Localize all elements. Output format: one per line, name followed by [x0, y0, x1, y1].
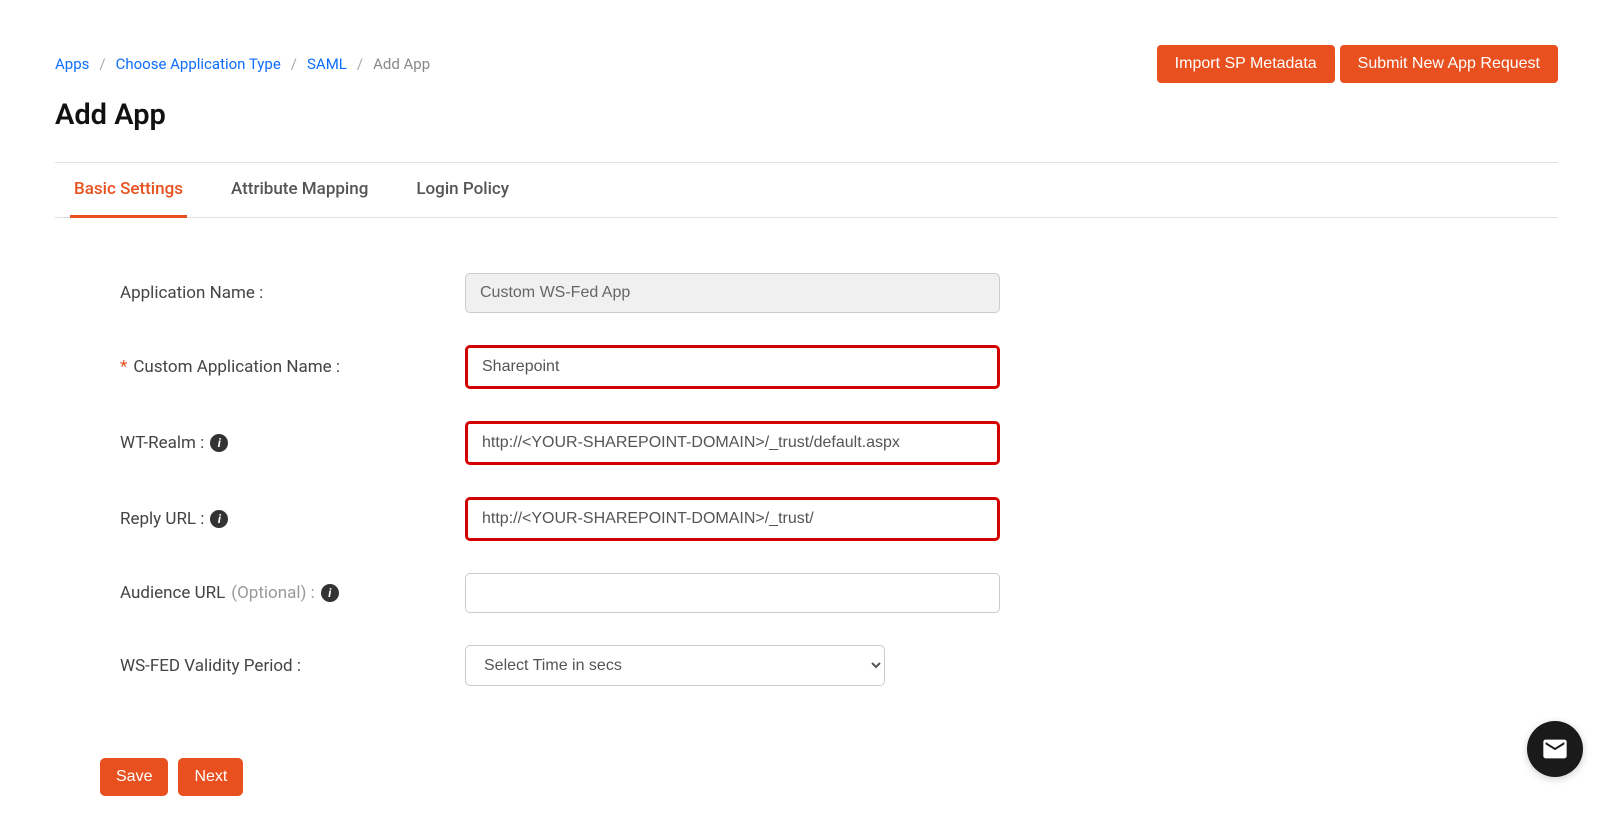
- info-icon[interactable]: i: [210, 434, 228, 452]
- breadcrumb-sep: /: [99, 55, 105, 73]
- info-icon[interactable]: i: [210, 510, 228, 528]
- reply-url-label: Reply URL : i: [120, 509, 465, 529]
- audience-url-label: Audience URL (Optional) : i: [120, 583, 465, 603]
- tabs: Basic Settings Attribute Mapping Login P…: [55, 163, 1558, 218]
- breadcrumb: Apps / Choose Application Type / SAML / …: [55, 55, 430, 73]
- custom-application-name-label: * Custom Application Name :: [120, 357, 465, 377]
- application-name-input: [465, 273, 1000, 313]
- breadcrumb-sep: /: [291, 55, 297, 73]
- tab-login-policy[interactable]: Login Policy: [412, 163, 513, 218]
- info-icon[interactable]: i: [321, 584, 339, 602]
- import-sp-metadata-button[interactable]: Import SP Metadata: [1157, 45, 1335, 83]
- audience-url-label-text: Audience URL: [120, 583, 225, 603]
- wt-realm-input[interactable]: [465, 421, 1000, 465]
- breadcrumb-apps[interactable]: Apps: [55, 55, 89, 73]
- page-title: Add App: [55, 98, 1558, 132]
- required-mark: *: [120, 357, 127, 377]
- next-button[interactable]: Next: [178, 758, 243, 796]
- breadcrumb-sep: /: [357, 55, 363, 73]
- wt-realm-label-text: WT-Realm :: [120, 433, 204, 453]
- custom-app-name-label-text: Custom Application Name :: [133, 357, 340, 377]
- breadcrumb-saml[interactable]: SAML: [307, 55, 347, 73]
- wt-realm-label: WT-Realm : i: [120, 433, 465, 453]
- tab-basic-settings[interactable]: Basic Settings: [70, 163, 187, 218]
- reply-url-label-text: Reply URL :: [120, 509, 204, 529]
- submit-new-app-request-button[interactable]: Submit New App Request: [1340, 45, 1558, 83]
- validity-period-label: WS-FED Validity Period :: [120, 656, 465, 676]
- chat-widget-button[interactable]: [1527, 721, 1583, 777]
- save-button[interactable]: Save: [100, 758, 168, 796]
- tab-attribute-mapping[interactable]: Attribute Mapping: [227, 163, 372, 218]
- breadcrumb-current: Add App: [373, 55, 430, 73]
- audience-url-input[interactable]: [465, 573, 1000, 613]
- application-name-label: Application Name :: [120, 283, 465, 303]
- validity-period-select[interactable]: Select Time in secs: [465, 645, 885, 686]
- custom-application-name-input[interactable]: [465, 345, 1000, 389]
- breadcrumb-choose-type[interactable]: Choose Application Type: [116, 55, 281, 73]
- reply-url-input[interactable]: [465, 497, 1000, 541]
- mail-icon: [1541, 735, 1569, 763]
- optional-text: (Optional) :: [231, 583, 314, 603]
